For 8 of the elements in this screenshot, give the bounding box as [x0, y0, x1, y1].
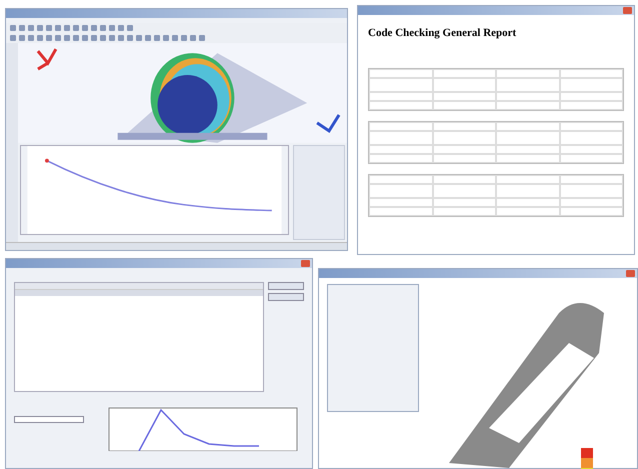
report-heading: Code Checking General Report	[368, 26, 518, 41]
close-icon[interactable]	[623, 7, 632, 14]
color-legend-drawing	[581, 448, 593, 469]
close-icon[interactable]	[301, 260, 310, 267]
result-dropdown[interactable]	[14, 416, 84, 423]
add-button[interactable]	[268, 282, 304, 290]
close-icon[interactable]	[626, 270, 635, 277]
delete-button[interactable]	[268, 293, 304, 301]
